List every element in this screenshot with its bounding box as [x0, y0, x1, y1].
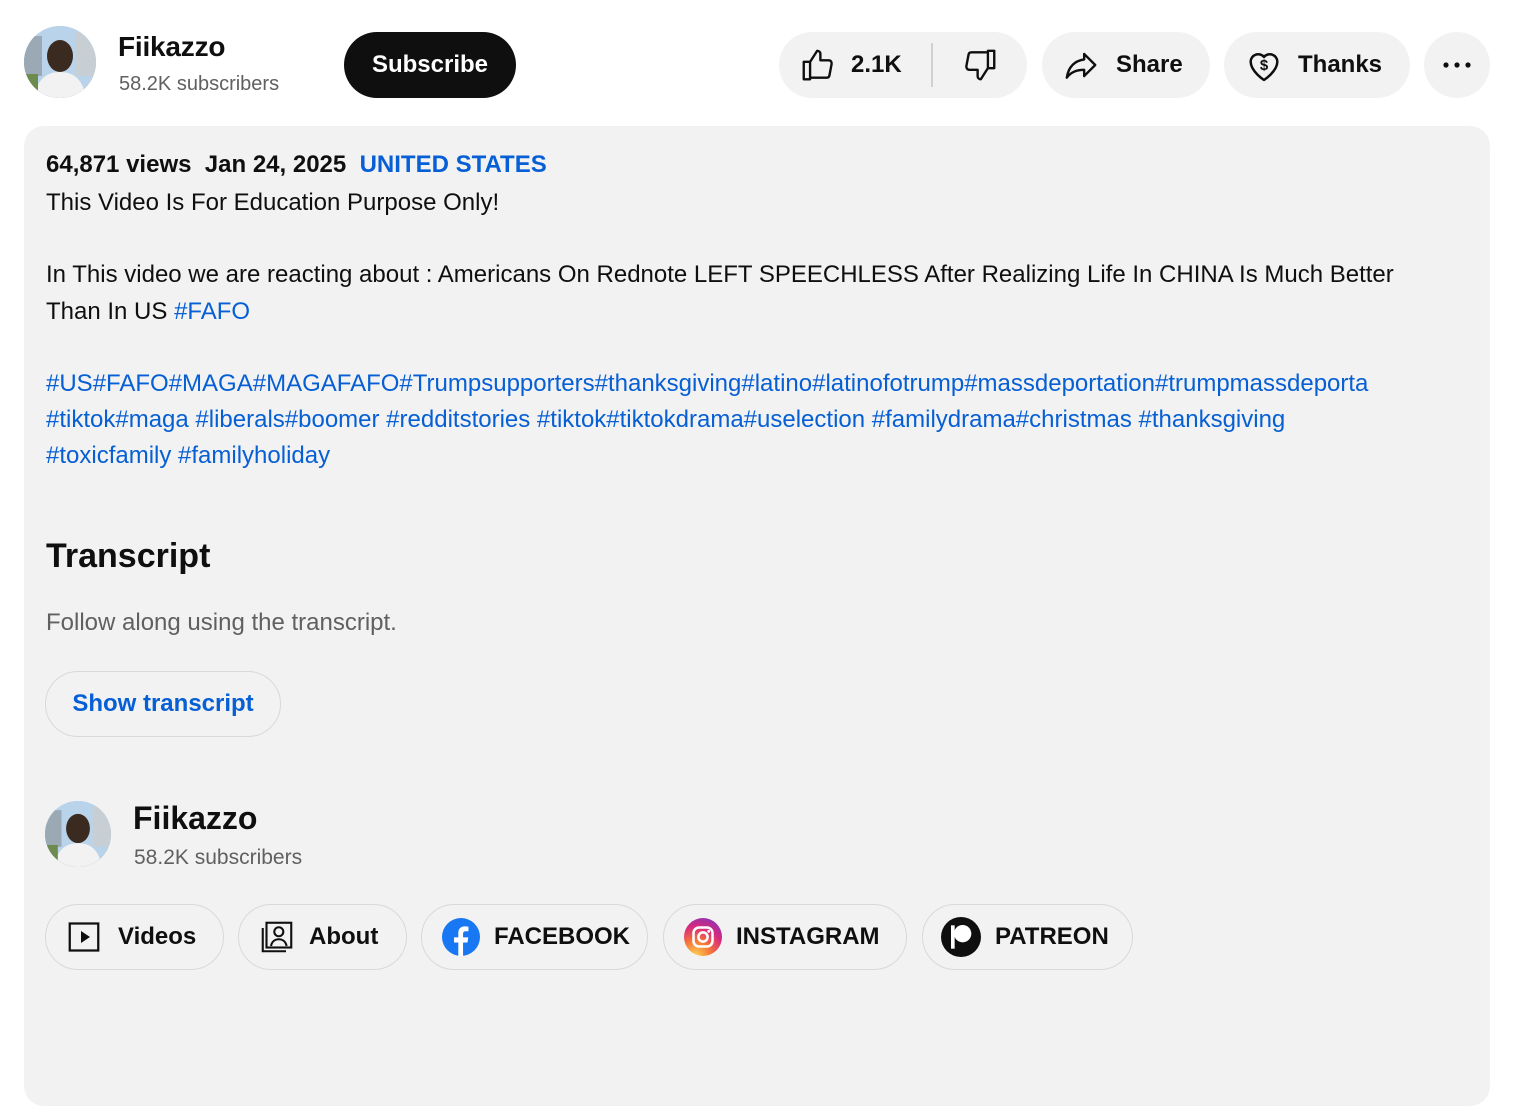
upload-date: Jan 24, 2025 — [204, 151, 347, 178]
description-text: Than In US — [46, 298, 175, 325]
channel-card-name[interactable]: Fiikazzo — [133, 800, 257, 837]
more-icon — [1443, 62, 1471, 68]
thanks-button[interactable]: $ Thanks — [1224, 32, 1410, 98]
portrait-icon — [261, 921, 293, 953]
play-icon — [68, 922, 100, 952]
share-icon — [1065, 52, 1097, 79]
dislike-button[interactable] — [933, 32, 1027, 98]
description-line-1: This Video Is For Education Purpose Only… — [46, 189, 500, 216]
facebook-chip[interactable]: FACEBOOK — [421, 904, 648, 970]
description-meta: 64,871 views Jan 24, 2025 UNITED STATES — [46, 151, 547, 179]
about-chip[interactable]: About — [238, 904, 407, 970]
more-actions-button[interactable] — [1424, 32, 1490, 98]
hashtag-link[interactable]: #FAFO — [174, 298, 250, 325]
channel-card-subscribers: 58.2K subscribers — [134, 846, 303, 869]
videos-label: Videos — [118, 923, 197, 950]
patreon-chip[interactable]: PATREON — [922, 904, 1133, 970]
heart-dollar-icon: $ — [1249, 52, 1279, 82]
subscribe-button[interactable]: Subscribe — [344, 32, 516, 98]
hashtags-line-3[interactable]: #toxicfamily #familyholiday — [46, 438, 330, 474]
like-button[interactable]: 2.1K — [779, 32, 931, 98]
instagram-icon — [684, 918, 722, 956]
thumbs-up-icon — [802, 49, 833, 81]
videos-chip[interactable]: Videos — [45, 904, 224, 970]
hashtags-line-1[interactable]: #US#FAFO#MAGA#MAGAFAFO#Trumpsupporters#t… — [46, 366, 1368, 402]
share-label: Share — [1116, 51, 1183, 78]
subscriber-count: 58.2K subscribers — [119, 73, 280, 95]
transcript-title: Transcript — [46, 537, 211, 575]
facebook-label: FACEBOOK — [494, 923, 631, 950]
instagram-chip[interactable]: INSTAGRAM — [663, 904, 907, 970]
view-count: 64,871 views — [46, 151, 192, 178]
instagram-label: INSTAGRAM — [736, 923, 880, 950]
channel-name[interactable]: Fiikazzo — [118, 31, 226, 63]
share-button[interactable]: Share — [1042, 32, 1210, 98]
patreon-icon — [941, 917, 981, 957]
transcript-subtitle: Follow along using the transcript. — [46, 609, 397, 636]
description-line-2: In This video we are reacting about : Am… — [46, 261, 1394, 288]
channel-avatar[interactable] — [24, 26, 96, 98]
like-count: 2.1K — [851, 51, 902, 78]
location-link[interactable]: UNITED STATES — [360, 151, 547, 178]
like-dislike-group: 2.1K — [779, 32, 1027, 98]
svg-text:$: $ — [1260, 57, 1269, 74]
about-label: About — [309, 923, 379, 950]
facebook-icon — [442, 918, 480, 956]
thanks-label: Thanks — [1298, 51, 1383, 78]
thumbs-down-icon — [965, 49, 996, 81]
description-line-3: Than In US #FAFO — [46, 293, 250, 330]
show-transcript-button[interactable]: Show transcript — [45, 671, 281, 737]
hashtags-line-2[interactable]: #tiktok#maga #liberals#boomer #redditsto… — [46, 402, 1285, 438]
patreon-label: PATREON — [995, 923, 1109, 950]
channel-card-avatar[interactable] — [45, 801, 111, 867]
